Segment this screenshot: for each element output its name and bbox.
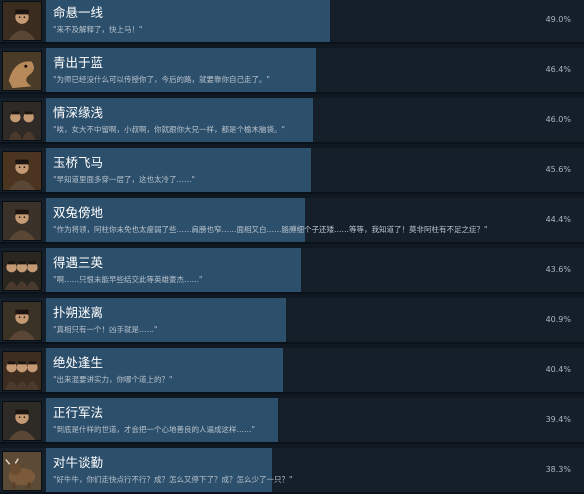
achievement-description: "出来混要讲实力，你哪个道上的？" [53,375,173,384]
unlock-percent: 43.6% [545,265,571,274]
horse-rider-portrait-icon [2,1,42,41]
achievement-title: 扑朔迷离 [53,305,104,320]
unlock-percent: 38.3% [545,465,571,474]
achievement-row[interactable]: 青出于蓝 "为师已经没什么可以传授你了，今后的路，就要靠你自己走了。" 46.4% [0,48,584,94]
achievement-description: "到底是什样的世道，才会把一个心地善良的人逼成这样……" [53,425,255,434]
detective-portrait-icon [2,301,42,341]
achievement-title: 双兔傍地 [53,205,104,220]
achievement-title: 正行军法 [53,405,104,420]
achievement-description: "早知道里面多穿一层了，这也太冷了……" [53,175,195,184]
unlock-percent: 45.6% [545,165,571,174]
general-portrait-icon [2,201,42,241]
achievement-title: 绝处逢生 [53,355,104,370]
unlock-percent: 44.4% [545,215,571,224]
unlock-percent: 40.4% [545,365,571,374]
achievement-title: 对牛谈勤 [53,455,104,470]
achievement-description: "啊……只恨未能早些结交此等英雄豪杰……" [53,275,203,284]
achievement-row[interactable]: 命悬一线 "来不及解释了，快上马！" 49.0% [0,0,584,44]
achievement-description: "好牛牛，你们走快点行不行？成？怎么又停下了？成？怎么少了一只？" [53,475,293,484]
officer-portrait-icon [2,401,42,441]
achievement-row[interactable]: 绝处逢生 "出来混要讲实力，你哪个道上的？" 40.4% [0,348,584,394]
achievement-row[interactable]: 双兔傍地 "作为将领，阿柱你未免也太瘦弱了些……肩膀也窄……面相又白……胳膊细个子… [0,198,584,244]
achievement-row[interactable]: 得遇三英 "啊……只恨未能早些结交此等英雄豪杰……" 43.6% [0,248,584,294]
achievement-title: 情深缘浅 [53,105,104,120]
achievement-row[interactable]: 对牛谈勤 "好牛牛，你们走快点行不行？成？怎么又停下了？成？怎么少了一只？" 38.… [0,448,584,494]
dragon-portrait-icon [2,51,42,91]
couple-portrait-icon [2,101,42,141]
achievement-row[interactable]: 正行军法 "到底是什样的世道，才会把一个心地善良的人逼成这样……" 39.4% [0,398,584,444]
unlock-percent: 39.4% [545,415,571,424]
unlock-percent: 46.4% [545,65,571,74]
achievement-description: "为师已经没什么可以传授你了，今后的路，就要靠你自己走了。" [53,75,270,84]
achievement-title: 得遇三英 [53,255,104,270]
achievement-list: 命悬一线 "来不及解释了，快上马！" 49.0% 青出于蓝 "为师已经没什么可以传授你… [0,0,584,494]
achievement-row[interactable]: 情深缘浅 "唉，女大不中留啊，小叔啊，你就跟你大兄一样，都是个榆木脑袋。" 46.0… [0,98,584,144]
unlock-percent: 46.0% [545,115,571,124]
bandits-portrait-icon [2,351,42,391]
achievement-row[interactable]: 扑朔迷离 "真相只有一个！凶手就是……" 40.9% [0,298,584,344]
achievement-title: 青出于蓝 [53,55,104,70]
achievement-title: 命悬一线 [53,5,104,20]
achievement-row[interactable]: 玉桥飞马 "早知道里面多穿一层了，这也太冷了……" 45.6% [0,148,584,194]
unlock-percent: 40.9% [545,315,571,324]
unlock-percent: 49.0% [545,15,571,24]
warrior-portrait-icon [2,151,42,191]
achievement-description: "作为将领，阿柱你未免也太瘦弱了些……肩膀也窄……面相又白……胳膊细个子还矮……… [53,225,488,234]
three-heroes-portrait-icon [2,251,42,291]
achievement-description: "唉，女大不中留啊，小叔啊，你就跟你大兄一样，都是个榆木脑袋。" [53,125,285,134]
achievement-description: "真相只有一个！凶手就是……" [53,325,158,334]
achievement-description: "来不及解释了，快上马！" [53,25,143,34]
ox-icon [2,451,42,491]
achievement-title: 玉桥飞马 [53,155,104,170]
